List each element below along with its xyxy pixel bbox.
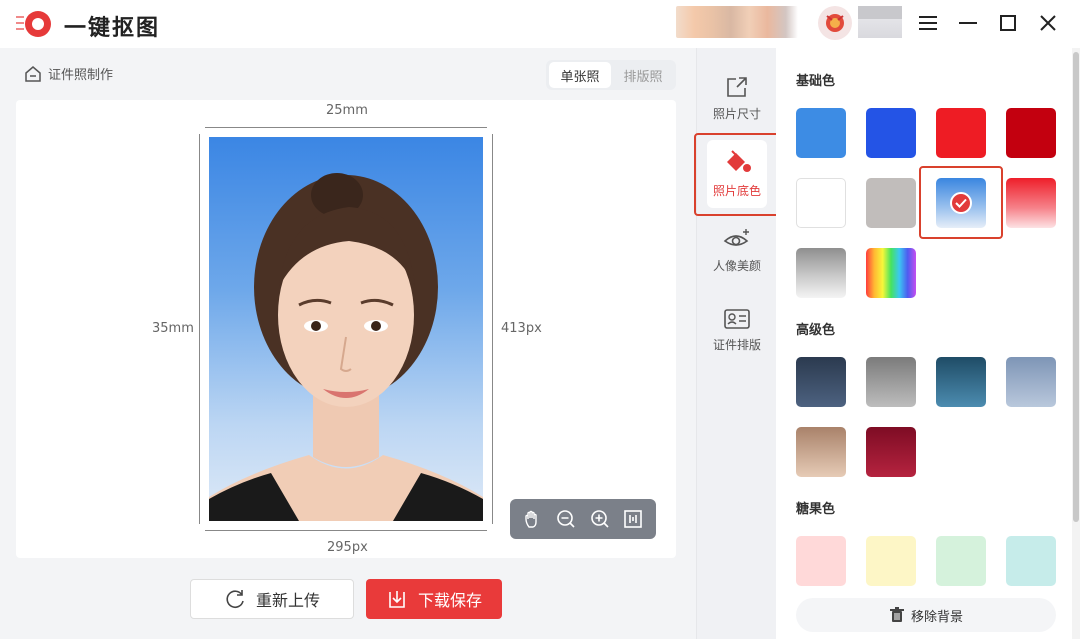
app-title: 一键抠图	[64, 16, 161, 41]
download-save-button[interactable]: 下载保存	[366, 579, 502, 619]
remove-background-label: 移除背景	[910, 609, 963, 625]
swatch-basic-3[interactable]	[1006, 108, 1056, 158]
panel-scrollbar[interactable]	[1072, 48, 1080, 639]
swatch-advanced-3[interactable]	[1006, 357, 1056, 407]
height-right-ruler	[492, 134, 493, 524]
canvas-toolbar	[510, 499, 656, 539]
fit-icon[interactable]	[620, 506, 646, 532]
nav-id-layout-label: 证件排版	[712, 337, 761, 352]
swatch-basic-4[interactable]	[796, 178, 846, 228]
swatch-candy-1[interactable]	[866, 536, 916, 586]
tab-layout-photo[interactable]: 排版照	[612, 62, 674, 88]
zoom-out-icon[interactable]	[553, 506, 579, 532]
nav-background-color[interactable]: 照片底色	[697, 138, 777, 210]
width-bottom-ruler	[205, 530, 487, 531]
swatch-advanced-0[interactable]	[796, 357, 846, 407]
width-px-label: 295px	[327, 540, 368, 555]
remove-background-button[interactable]: 移除背景	[796, 598, 1056, 632]
swatch-basic-2[interactable]	[936, 108, 986, 158]
trash-icon	[889, 607, 904, 622]
tab-single-photo[interactable]: 单张照	[549, 62, 611, 88]
swatch-basic-5[interactable]	[866, 178, 916, 228]
swatch-basic-9-rainbow[interactable]	[866, 248, 916, 298]
minimize-icon[interactable]	[953, 8, 983, 38]
nav-id-layout[interactable]: 证件排版	[697, 294, 777, 366]
check-icon	[950, 192, 972, 214]
swatch-candy-2[interactable]	[936, 536, 986, 586]
breadcrumb[interactable]: 证件照制作	[24, 64, 113, 83]
home-icon	[25, 65, 41, 82]
refresh-icon	[226, 590, 244, 608]
nav-beauty-label: 人像美颜	[712, 258, 761, 273]
swatch-basic-6-selected[interactable]	[936, 178, 986, 228]
app-logo-icon	[16, 8, 54, 40]
swatch-candy-0[interactable]	[796, 536, 846, 586]
maximize-icon[interactable]	[993, 8, 1023, 38]
menu-icon[interactable]	[913, 8, 943, 38]
paint-bucket-icon	[727, 149, 751, 172]
candy-colors-title: 糖果色	[796, 502, 836, 517]
side-nav: 照片尺寸 照片底色 人像美颜 证件排版	[696, 48, 776, 639]
swatch-advanced-5[interactable]	[866, 427, 916, 477]
basic-colors-title: 基础色	[796, 74, 836, 89]
breadcrumb-label: 证件照制作	[48, 68, 114, 83]
swatch-basic-7[interactable]	[1006, 178, 1056, 228]
blurred-user-info	[858, 6, 902, 38]
width-top-ruler	[205, 127, 487, 128]
height-px-label: 413px	[501, 321, 542, 336]
background-color-panel: 基础色 高级色 糖果色 移除背景	[776, 48, 1072, 639]
swatch-basic-1[interactable]	[866, 108, 916, 158]
width-mm-label: 25mm	[326, 103, 368, 118]
id-photo-preview	[209, 137, 483, 521]
download-icon	[389, 591, 405, 608]
resize-icon	[727, 76, 747, 97]
swatch-candy-3[interactable]	[1006, 536, 1056, 586]
id-card-icon	[724, 308, 750, 329]
reupload-label: 重新上传	[255, 591, 320, 610]
height-left-ruler	[199, 134, 200, 524]
title-bar: 一键抠图	[0, 0, 1080, 48]
portrait-image	[209, 173, 483, 521]
blurred-promo-area	[676, 6, 798, 38]
reupload-button[interactable]: 重新上传	[190, 579, 354, 619]
scrollbar-thumb[interactable]	[1073, 52, 1079, 522]
swatch-advanced-1[interactable]	[866, 357, 916, 407]
nav-photo-size-label: 照片尺寸	[712, 106, 761, 121]
hand-icon[interactable]	[520, 506, 546, 532]
eye-sparkle-icon	[723, 228, 749, 246]
swatch-advanced-4[interactable]	[796, 427, 846, 477]
close-icon[interactable]	[1033, 8, 1063, 38]
nav-photo-size[interactable]: 照片尺寸	[697, 62, 777, 134]
nav-beauty[interactable]: 人像美颜	[697, 214, 777, 286]
nav-background-color-label: 照片底色	[712, 183, 761, 198]
view-toggle: 单张照 排版照	[546, 60, 676, 90]
swatch-basic-0[interactable]	[796, 108, 846, 158]
height-mm-label: 35mm	[152, 321, 194, 336]
advanced-colors-title: 高级色	[796, 323, 836, 338]
swatch-advanced-2[interactable]	[936, 357, 986, 407]
swatch-basic-8[interactable]	[796, 248, 846, 298]
download-save-label: 下载保存	[417, 591, 482, 610]
avatar[interactable]	[818, 6, 852, 40]
zoom-in-icon[interactable]	[587, 506, 613, 532]
